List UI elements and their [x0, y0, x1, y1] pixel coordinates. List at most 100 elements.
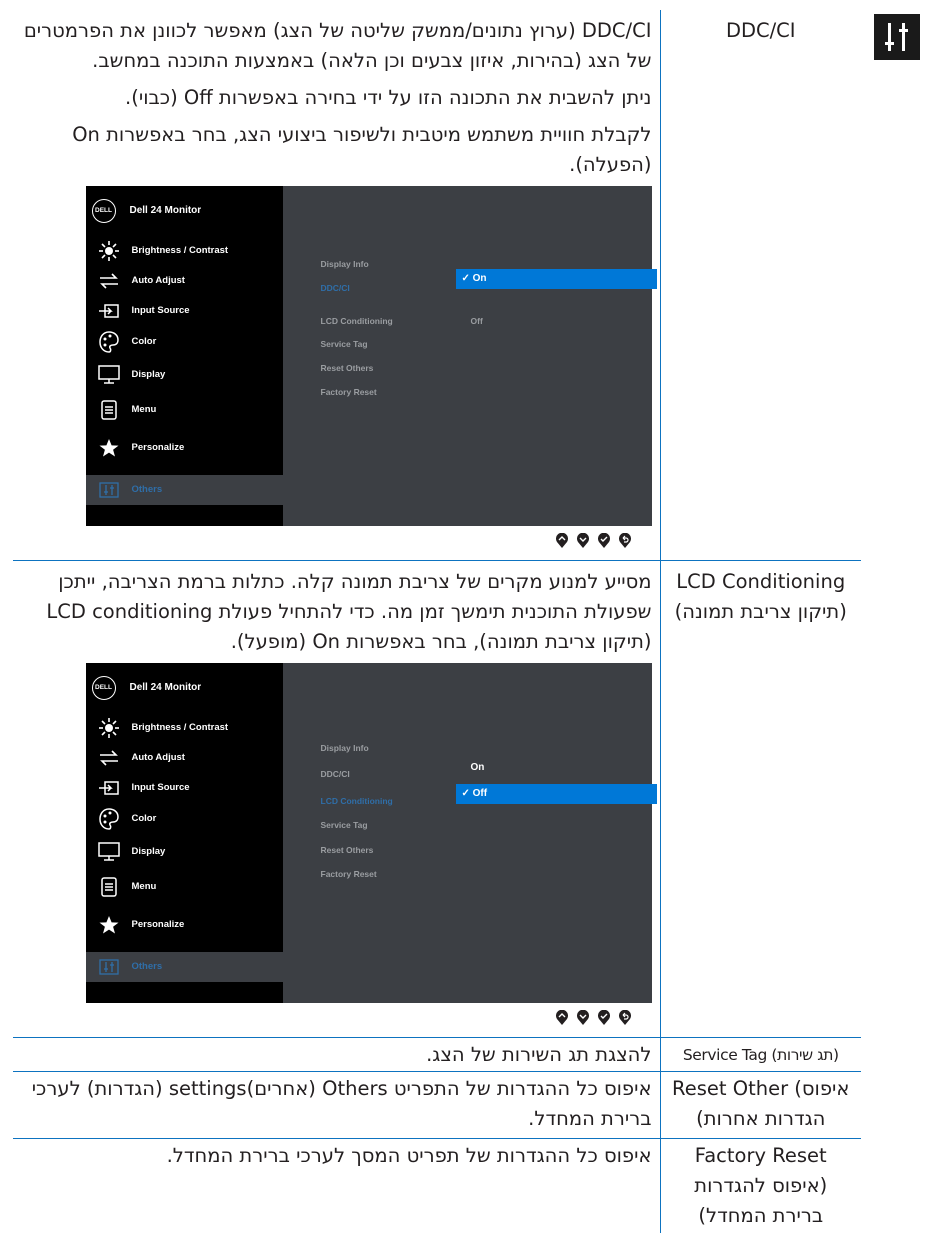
osd-submenu-panel: Display Info DDC/CI LCD Conditioning Ser… — [282, 186, 657, 526]
option-selected: ✓ Off — [455, 784, 657, 804]
row-description: איפוס כל ההגדרות של התפריט Others (אחרים… — [13, 1071, 661, 1139]
setting-name: DDC/CI — [725, 19, 796, 42]
setting-name: Service Tag (תג שירות) — [682, 1046, 839, 1064]
menu-item-display: Display — [86, 360, 283, 390]
color-icon — [98, 808, 120, 830]
submenu-item: Factory Reset — [320, 387, 377, 397]
option-selected: ✓ On — [455, 269, 657, 289]
display-icon — [97, 841, 120, 863]
menu-item-auto-adjust: Auto Adjust — [86, 266, 283, 296]
star-icon — [98, 437, 120, 459]
menu-label: Input Source — [131, 782, 190, 793]
osd-title: Dell 24 Monitor — [129, 682, 202, 693]
menu-label: Brightness / Contrast — [131, 245, 229, 256]
menu-label: Others — [131, 484, 163, 495]
menu-label: Menu — [131, 404, 157, 415]
down-arrow-icon — [576, 1010, 589, 1025]
check-icon — [597, 533, 610, 548]
osd-screenshot-lcd-conditioning: DELL Dell 24 Monitor Brightness / Contra… — [85, 663, 657, 1003]
menu-item-display: Display — [86, 837, 283, 867]
menu-label: Input Source — [131, 305, 190, 316]
setting-name-hebrew: הגדרות אחרות) — [696, 1107, 826, 1130]
paragraph: מסייע למנוע מקרים של צריבת תמונה קלה. כת… — [46, 570, 652, 653]
row-label: LCD Conditioning (תיקון צריבת תמונה) — [659, 560, 861, 1038]
menu-item-brightness: Brightness / Contrast — [86, 236, 283, 266]
row-description: מסייע למנוע מקרים של צריבת תמונה קלה. כת… — [13, 560, 661, 1038]
paragraph: DDC/CI (ערוץ נתונים/ממשק שליטה של הצג) מ… — [23, 19, 652, 72]
menu-item-color: Color — [86, 327, 283, 357]
down-arrow-icon — [576, 533, 589, 548]
setting-name-hebrew: (איפוס להגדרות ברירת המחדל) — [694, 1174, 828, 1227]
brightness-icon — [98, 717, 120, 739]
osd-menu-panel: DELL Dell 24 Monitor Brightness / Contra… — [85, 663, 283, 1003]
table-row: DDC/CI (ערוץ נתונים/ממשק שליטה של הצג) מ… — [13, 10, 861, 561]
submenu-item: Factory Reset — [320, 869, 377, 879]
menu-label: Menu — [131, 881, 157, 892]
row-label: Reset Other (איפוס הגדרות אחרות) — [659, 1071, 861, 1139]
menu-item-input-source: Input Source — [86, 296, 283, 326]
submenu-item: DDC/CI — [320, 769, 350, 779]
paragraph: להצגת תג השירות של הצג. — [426, 1043, 652, 1066]
auto-adjust-icon — [98, 747, 120, 769]
menu-item-brightness: Brightness / Contrast — [86, 713, 283, 743]
menu-icon — [98, 876, 120, 898]
table-row: איפוס כל ההגדרות של תפריט המסך לערכי ברי… — [13, 1138, 861, 1233]
submenu-item-active: DDC/CI — [320, 283, 350, 293]
option-unselected: Off — [470, 316, 483, 326]
row-description: איפוס כל ההגדרות של תפריט המסך לערכי ברי… — [13, 1138, 661, 1233]
row-label: Factory Reset (איפוס להגדרות ברירת המחדל… — [659, 1138, 861, 1233]
setting-name: Reset Other (איפוס — [672, 1077, 850, 1100]
table-row: להצגת תג השירות של הצג. Service Tag (תג … — [13, 1037, 861, 1072]
menu-icon — [98, 399, 120, 421]
paragraph: איפוס כל ההגדרות של תפריט המסך לערכי ברי… — [166, 1144, 652, 1167]
star-icon — [98, 914, 120, 936]
osd-nav-buttons — [52, 1003, 652, 1033]
paragraph: ניתן להשבית את התכונה הזו על ידי בחירה ב… — [125, 86, 652, 109]
osd-menu-panel: DELL Dell 24 Monitor Brightness / Contra… — [85, 186, 283, 526]
others-icon — [98, 479, 120, 501]
paragraph: איפוס כל ההגדרות של התפריט Others (אחרים… — [31, 1077, 652, 1130]
input-source-icon — [98, 777, 120, 799]
table-row: מסייע למנוע מקרים של צריבת תמונה קלה. כת… — [13, 560, 861, 1038]
osd-nav-buttons — [52, 526, 652, 556]
osd-submenu-panel: Display Info DDC/CI LCD Conditioning Ser… — [282, 663, 657, 1003]
menu-item-color: Color — [86, 804, 283, 834]
menu-label: Display — [131, 846, 166, 857]
menu-item-personalize: Personalize — [86, 910, 283, 940]
row-description: להצגת תג השירות של הצג. — [13, 1037, 661, 1072]
dell-logo: DELL — [91, 676, 116, 700]
osd-header: DELL Dell 24 Monitor — [91, 676, 202, 700]
others-sliders-icon — [874, 14, 920, 60]
menu-label: Others — [131, 961, 163, 972]
menu-item-input-source: Input Source — [86, 773, 283, 803]
check-icon — [597, 1010, 610, 1025]
menu-item-others: Others — [85, 475, 283, 505]
up-arrow-icon — [555, 1010, 568, 1025]
menu-label: Color — [131, 336, 157, 347]
row-description: DDC/CI (ערוץ נתונים/ממשק שליטה של הצג) מ… — [13, 10, 661, 561]
menu-item-auto-adjust: Auto Adjust — [86, 743, 283, 773]
settings-table: DDC/CI (ערוץ נתונים/ממשק שליטה של הצג) מ… — [13, 10, 861, 1233]
table-row: איפוס כל ההגדרות של התפריט Others (אחרים… — [13, 1071, 861, 1139]
menu-item-personalize: Personalize — [86, 433, 283, 463]
brightness-icon — [98, 240, 120, 262]
menu-label: Auto Adjust — [131, 752, 185, 763]
dell-logo: DELL — [91, 199, 116, 223]
up-arrow-icon — [555, 533, 568, 548]
color-icon — [98, 331, 120, 353]
osd-header: DELL Dell 24 Monitor — [91, 199, 202, 223]
option-unselected: On — [470, 762, 485, 773]
menu-label: Display — [131, 369, 166, 380]
menu-label: Brightness / Contrast — [131, 722, 229, 733]
row-label: DDC/CI — [659, 10, 861, 561]
menu-label: Auto Adjust — [131, 275, 185, 286]
back-icon — [618, 1010, 631, 1025]
menu-label: Personalize — [131, 919, 185, 930]
menu-label: Personalize — [131, 442, 185, 453]
osd-screenshot-ddcci: DELL Dell 24 Monitor Brightness / Contra… — [85, 186, 657, 526]
osd-title: Dell 24 Monitor — [129, 205, 202, 216]
menu-item-others: Others — [85, 952, 283, 982]
menu-item-menu: Menu — [86, 872, 283, 902]
others-icon — [98, 956, 120, 978]
setting-name: LCD Conditioning — [676, 570, 846, 593]
